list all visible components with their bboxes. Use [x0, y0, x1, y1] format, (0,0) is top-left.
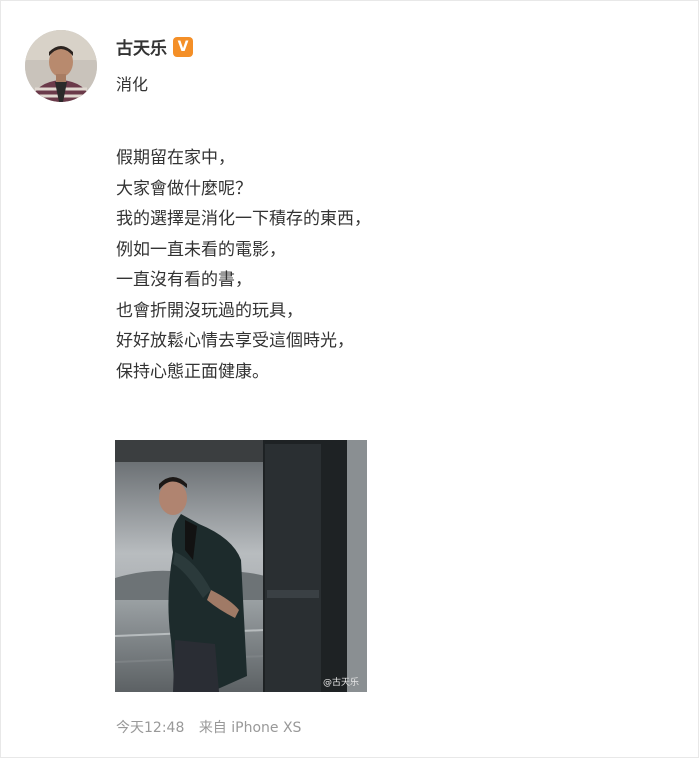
author-avatar[interactable] [25, 30, 97, 102]
author-name-text[interactable]: 古天乐 [116, 34, 167, 59]
post-line: 一直沒有看的書， [116, 270, 252, 290]
post-time[interactable]: 今天12:48 [116, 720, 184, 736]
author-name[interactable]: 古天乐 V [116, 34, 193, 59]
post-image[interactable]: @古天乐 [115, 440, 367, 692]
post-text: 假期留在家中， 大家會做什麼呢？ 我的選擇是消化一下積存的東西， 例如一直未看的… [116, 143, 371, 387]
image-watermark: @古天乐 [322, 678, 359, 688]
post-card: 古天乐 V 消化 假期留在家中， 大家會做什麼呢？ 我的選擇是消化一下積存的東西… [0, 0, 699, 758]
post-line: 假期留在家中， [116, 148, 235, 168]
post-line: 我的選擇是消化一下積存的東西， [116, 209, 371, 229]
post-subtitle: 消化 [116, 75, 149, 94]
verified-v-icon: V [173, 36, 193, 57]
post-meta: 今天12:48 来自 iPhone XS [116, 717, 311, 737]
post-line: 好好放鬆心情去享受這個時光， [116, 331, 354, 351]
post-line: 大家會做什麼呢？ [116, 178, 252, 199]
post-line: 例如一直未看的電影， [116, 239, 286, 260]
post-source: 来自 iPhone XS [198, 720, 302, 736]
post-line: 也會折開沒玩過的玩具， [116, 300, 303, 321]
post-line: 保持心態正面健康。 [116, 361, 269, 382]
